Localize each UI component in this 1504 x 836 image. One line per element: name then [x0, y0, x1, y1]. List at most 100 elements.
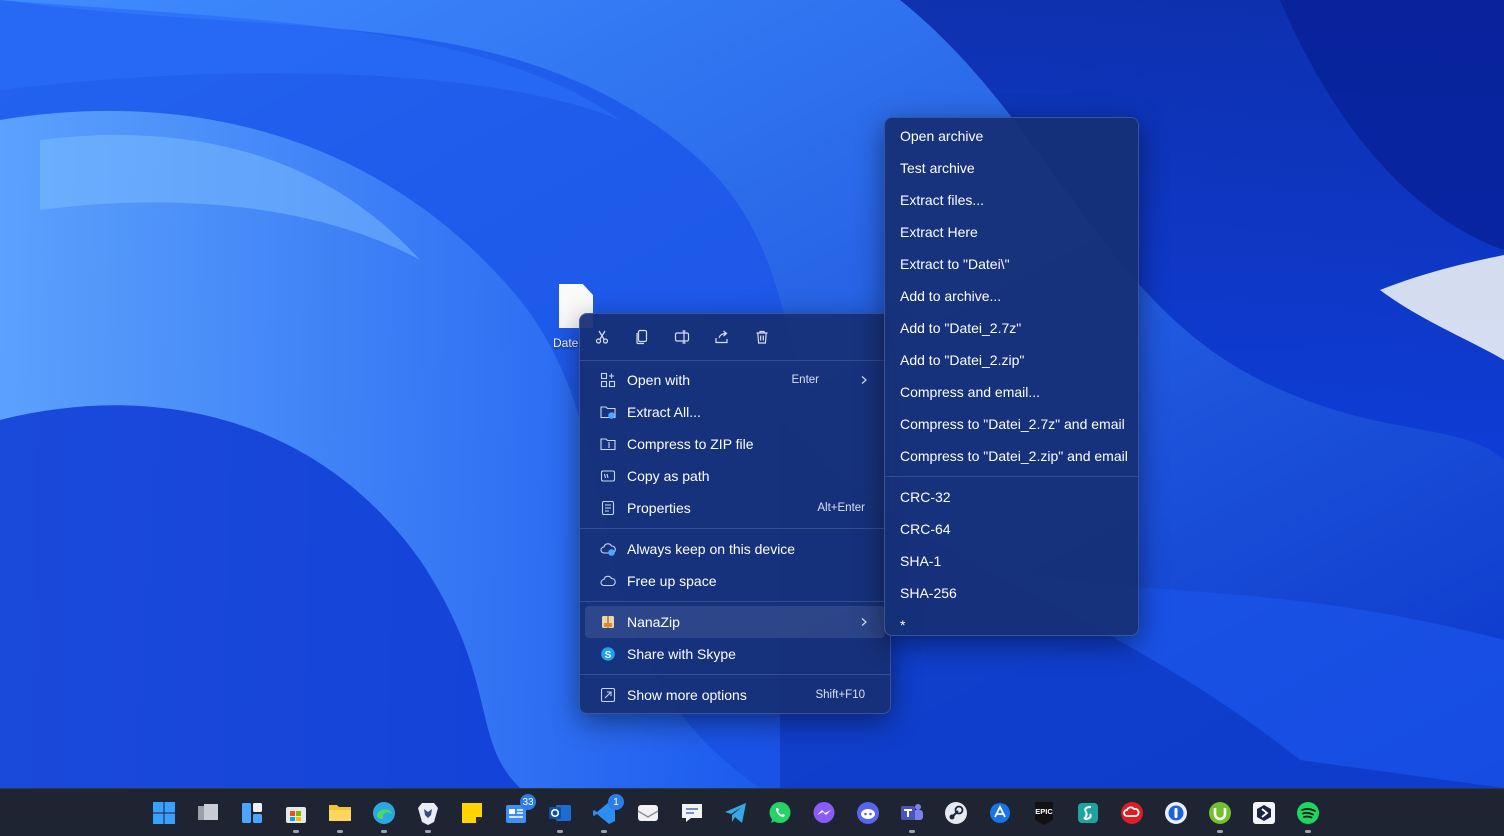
submenu-item-label: SHA-1 [900, 553, 942, 569]
taskbar-store[interactable] [278, 795, 314, 833]
edge-icon [373, 802, 395, 824]
menu-item-free-space[interactable]: Free up space [585, 565, 885, 597]
submenu-item-label: Compress to "Datei_2.zip" and email [900, 448, 1128, 464]
menu-item-properties[interactable]: Properties Alt+Enter [585, 492, 885, 524]
submenu-item-label: CRC-32 [900, 489, 951, 505]
taskbar-mail[interactable] [630, 795, 666, 831]
properties-shortcut: Alt+Enter [817, 502, 865, 514]
submenu-item-label: Add to "Datei_2.7z" [900, 320, 1022, 336]
taskbar-start[interactable] [146, 795, 182, 831]
taskbar-whatsapp[interactable] [762, 795, 798, 831]
taskbar-spotify[interactable] [1290, 795, 1326, 833]
taskbar-sticky-notes[interactable] [454, 795, 490, 831]
submenu-item-add-to-zip[interactable]: Add to "Datei_2.zip" [890, 344, 1133, 376]
submenu-item-compress-7z-email[interactable]: Compress to "Datei_2.7z" and email [890, 408, 1133, 440]
telegram-icon [725, 803, 746, 823]
taskbar-edge[interactable] [366, 795, 402, 833]
taskbar-visual-studio[interactable]: 1 [586, 794, 624, 833]
taskbar-dev-tool[interactable] [1246, 795, 1282, 831]
taskbar-app-dev[interactable] [982, 795, 1018, 831]
menu-item-extract-all[interactable]: Extract All... [585, 396, 885, 428]
running-indicator [381, 830, 387, 833]
whatsapp-icon [769, 802, 791, 823]
taskbar-utorrent[interactable] [1202, 795, 1238, 833]
scissors-icon [595, 330, 609, 344]
feedback-icon [682, 804, 702, 822]
taskbar-news[interactable]: 33 [498, 794, 536, 831]
menu-item-show-more-options[interactable]: Show more options Shift+F10 [585, 679, 885, 711]
taskbar-discord[interactable] [850, 795, 886, 831]
submenu-item-label: * [900, 617, 906, 633]
menu-item-share-skype[interactable]: S Share with Skype [585, 638, 885, 670]
menu-separator [580, 674, 890, 675]
share-skype-label: Share with Skype [627, 646, 736, 662]
submenu-item-extract-here[interactable]: Extract Here [890, 216, 1133, 248]
copy-button[interactable] [630, 325, 654, 349]
menu-item-copy-path[interactable]: Copy as path [585, 460, 885, 492]
taskbar-outlook[interactable] [542, 795, 578, 833]
free-space-label: Free up space [627, 573, 717, 589]
submenu-item-extract-files[interactable]: Extract files... [890, 184, 1133, 216]
copy-icon [636, 329, 648, 345]
delete-button[interactable] [750, 325, 774, 349]
submenu-item-all-hashes[interactable]: * [890, 609, 1133, 641]
extract-folder-icon [600, 406, 616, 419]
taskbar-messenger[interactable] [806, 795, 842, 831]
taskbar-epic-games[interactable]: EPIC [1026, 795, 1062, 831]
taskbar-file-explorer[interactable] [322, 795, 358, 833]
taskbar-1password[interactable] [1158, 795, 1194, 831]
share-icon [715, 330, 728, 344]
taskbar-task-view[interactable] [190, 795, 226, 831]
submenu-item-crc64[interactable]: CRC-64 [890, 513, 1133, 545]
cut-button[interactable] [590, 325, 614, 349]
svg-text:S: S [605, 650, 612, 661]
nanazip-icon [602, 616, 614, 628]
rename-button[interactable] [670, 325, 694, 349]
widgets-icon [242, 803, 262, 823]
submenu-item-open-archive[interactable]: Open archive [890, 120, 1133, 152]
taskbar-teams[interactable] [894, 795, 930, 833]
submenu-item-crc32[interactable]: CRC-32 [890, 481, 1133, 513]
menu-item-always-keep[interactable]: Always keep on this device [585, 533, 885, 565]
taskbar-steam[interactable] [938, 795, 974, 831]
open-with-icon [600, 372, 616, 388]
submenu-item-extract-to[interactable]: Extract to "Datei\" [890, 248, 1133, 280]
share-button[interactable] [710, 325, 734, 349]
creative-cloud-icon [1121, 802, 1143, 824]
taskbar-creative-cloud[interactable] [1114, 795, 1150, 831]
cloud-sync-icon [600, 543, 616, 556]
menu-item-nanazip[interactable]: NanaZip [585, 606, 885, 638]
taskbar-widgets[interactable] [234, 795, 270, 831]
taskbar-brave[interactable] [410, 795, 446, 833]
running-indicator [1217, 830, 1223, 833]
sticky-notes-icon [462, 803, 482, 823]
discord-icon [857, 802, 879, 824]
submenu-item-compress-zip-email[interactable]: Compress to "Datei_2.zip" and email [890, 440, 1133, 472]
submenu-item-sha1[interactable]: SHA-1 [890, 545, 1133, 577]
menu-item-compress-zip[interactable]: Compress to ZIP file [585, 428, 885, 460]
submenu-item-label: CRC-64 [900, 521, 951, 537]
submenu-item-compress-email[interactable]: Compress and email... [890, 376, 1133, 408]
running-indicator [425, 830, 431, 833]
chevron-right-icon [861, 376, 867, 384]
extract-all-label: Extract All... [627, 404, 701, 420]
submenu-item-sha256[interactable]: SHA-256 [890, 577, 1133, 609]
taskbar-feedback[interactable] [674, 795, 710, 831]
taskbar-surfshark[interactable] [1070, 795, 1106, 831]
submenu-item-label: Extract files... [900, 192, 985, 208]
submenu-item-test-archive[interactable]: Test archive [890, 152, 1133, 184]
taskbar-telegram[interactable] [718, 795, 754, 831]
nanazip-submenu: Open archive Test archive Extract files.… [884, 117, 1139, 636]
submenu-item-label: Open archive [900, 128, 984, 144]
context-menu: Open with Enter Extract All... Compress … [579, 313, 891, 714]
spotify-icon [1297, 802, 1319, 824]
always-keep-label: Always keep on this device [627, 541, 796, 557]
submenu-item-add-to-7z[interactable]: Add to "Datei_2.7z" [890, 312, 1133, 344]
show-more-options-shortcut: Shift+F10 [815, 689, 865, 701]
windows-logo-icon [153, 802, 175, 824]
hexagon-icon [1253, 802, 1275, 824]
menu-item-open-with[interactable]: Open with Enter [585, 364, 885, 396]
running-indicator [337, 830, 343, 833]
submenu-item-add-to-archive[interactable]: Add to archive... [890, 280, 1133, 312]
submenu-item-label: Test archive [900, 160, 975, 176]
